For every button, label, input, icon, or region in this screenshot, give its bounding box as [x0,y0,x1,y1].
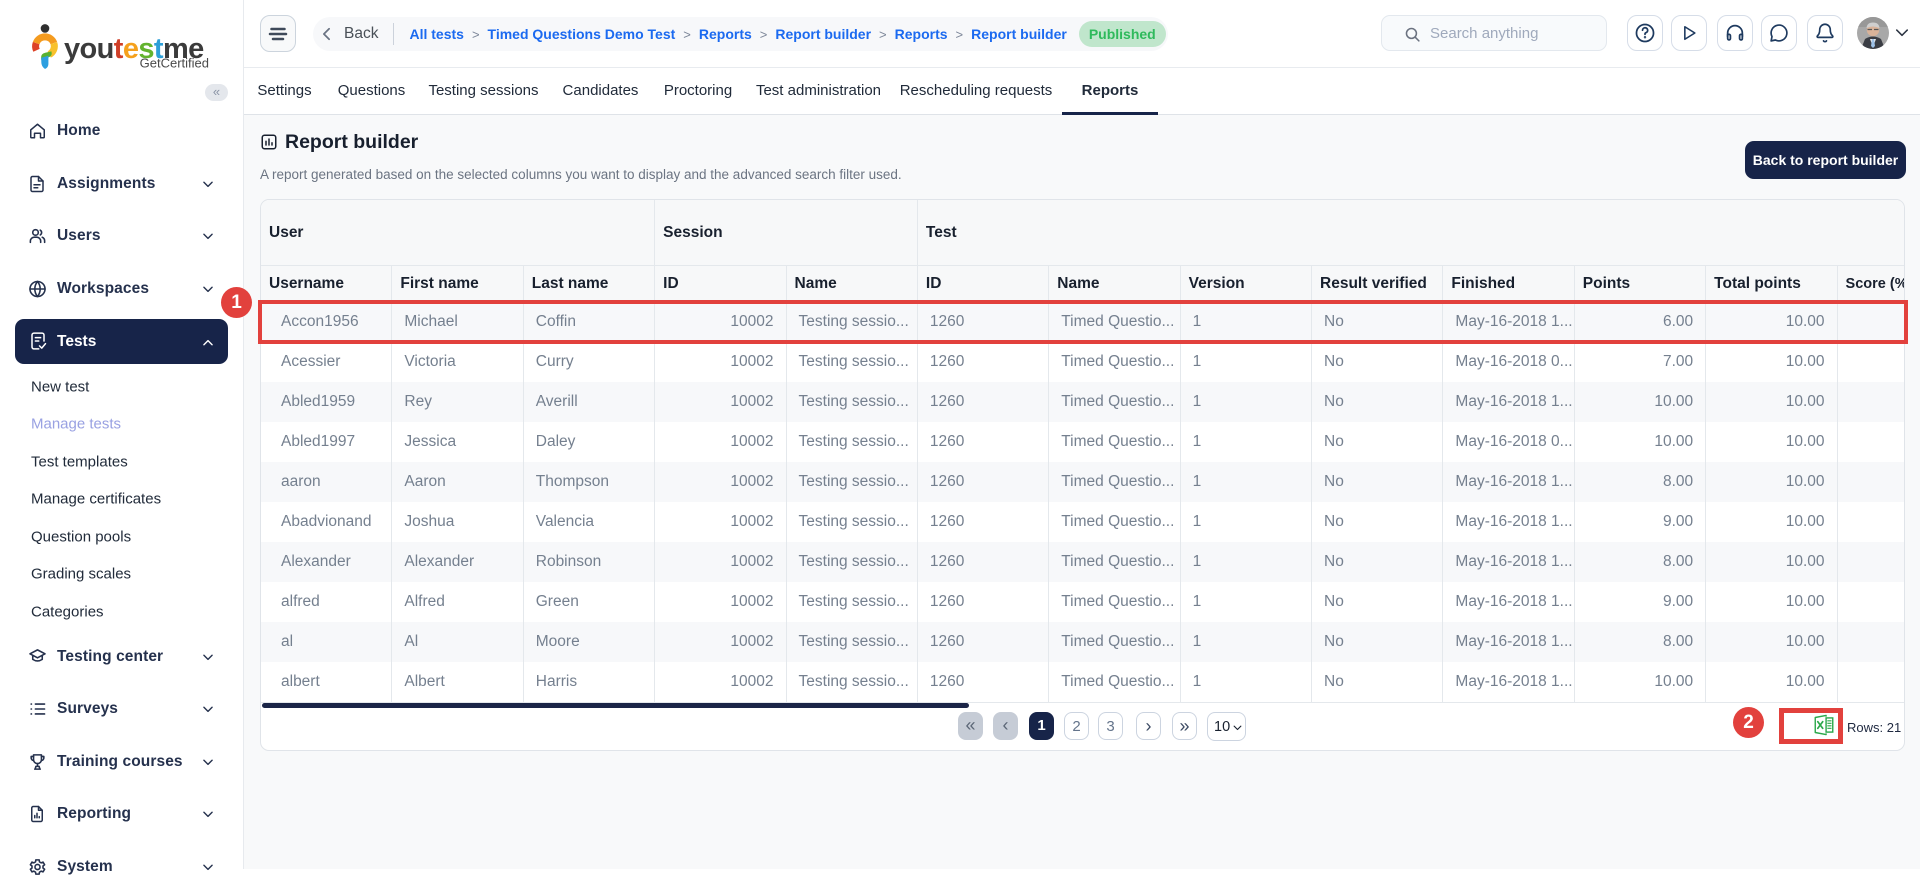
svg-text:GetCertified: GetCertified [140,56,209,71]
